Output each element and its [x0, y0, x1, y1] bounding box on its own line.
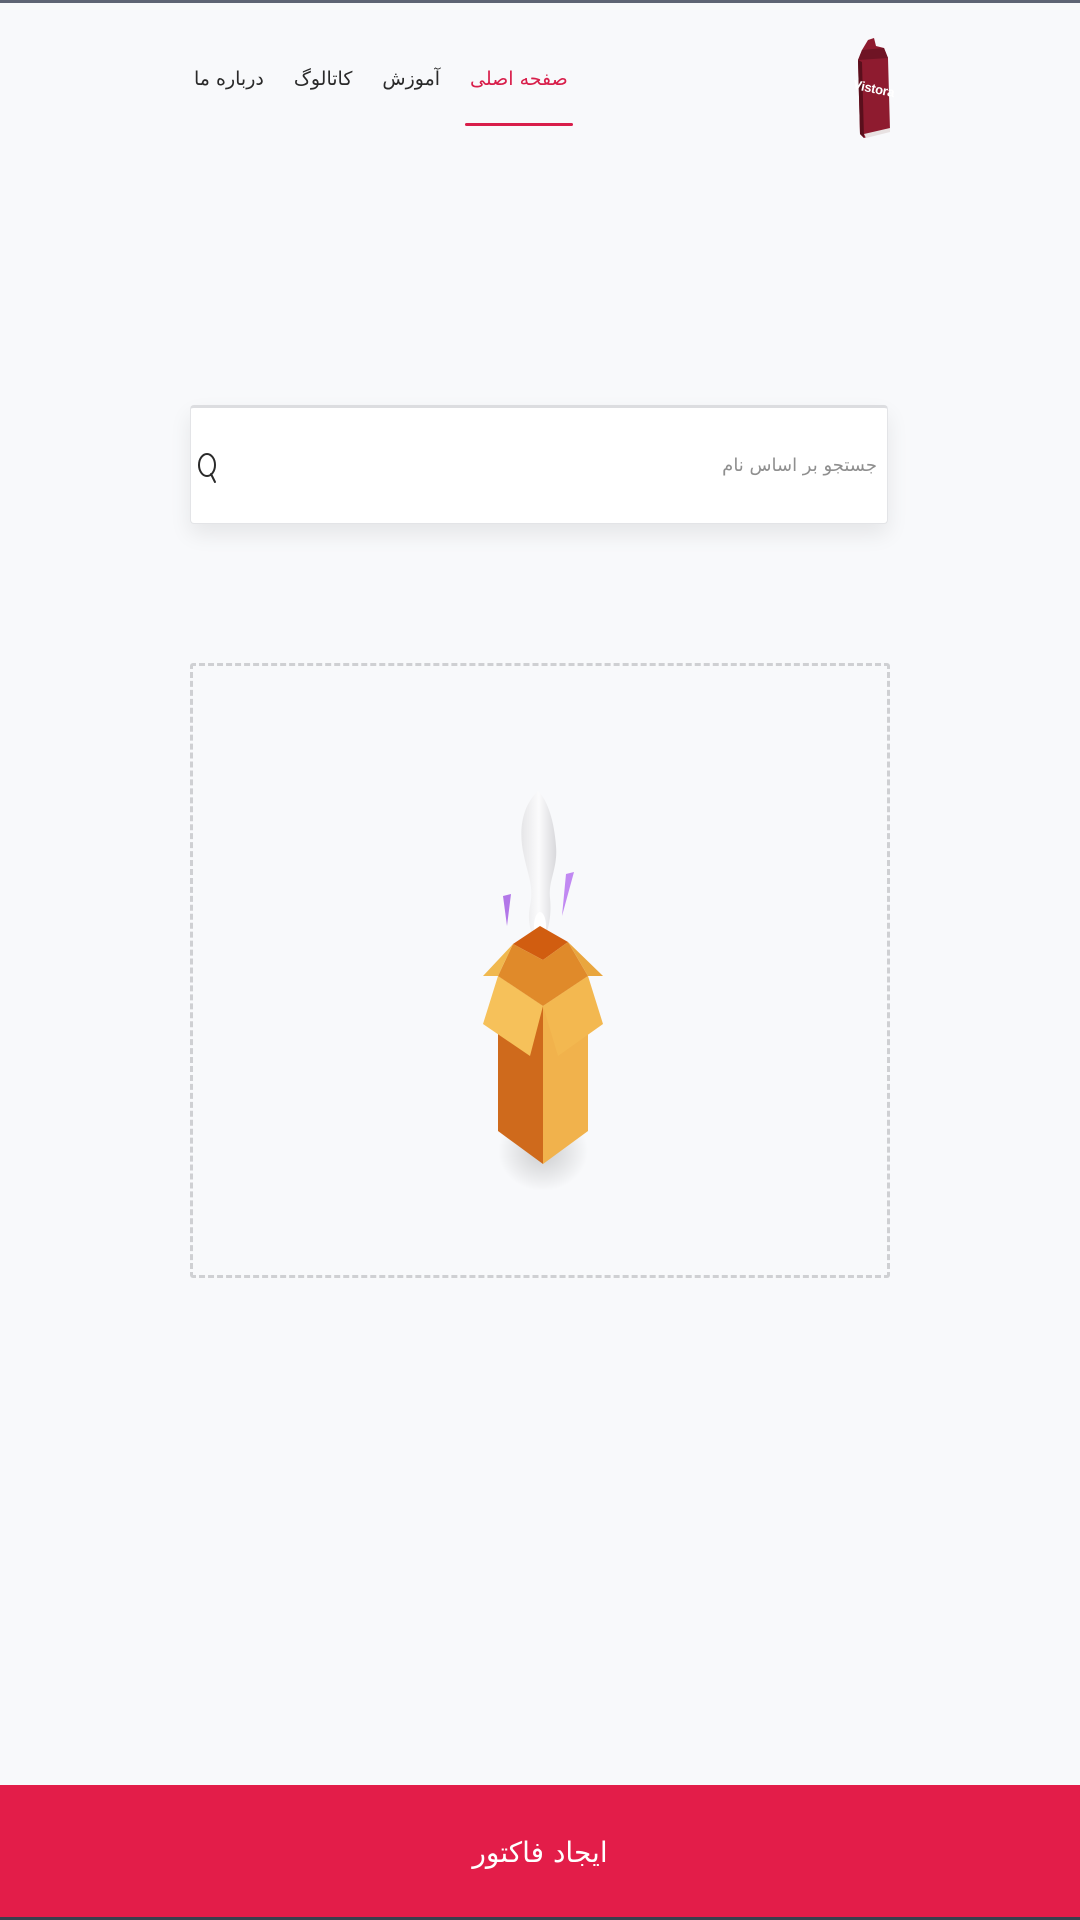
top-border	[0, 0, 1080, 3]
logo-text: Vistora	[852, 76, 896, 100]
empty-state-panel	[190, 663, 890, 1278]
search-input[interactable]	[231, 408, 879, 523]
nav-about[interactable]: درباره ما	[190, 62, 268, 126]
open-box-icon	[483, 791, 603, 1191]
brand-logo[interactable]: Vistora	[852, 38, 896, 138]
nav-catalog[interactable]: کاتالوگ	[290, 62, 357, 126]
nav-tutorial[interactable]: آموزش	[378, 62, 444, 126]
search-icon[interactable]	[196, 452, 220, 484]
create-invoice-button[interactable]: ایجاد فاکتور	[0, 1785, 1080, 1920]
main-nav: درباره ما کاتالوگ آموزش صفحه اصلی	[190, 62, 573, 132]
search-box	[190, 405, 888, 524]
nav-home[interactable]: صفحه اصلی	[465, 62, 573, 126]
